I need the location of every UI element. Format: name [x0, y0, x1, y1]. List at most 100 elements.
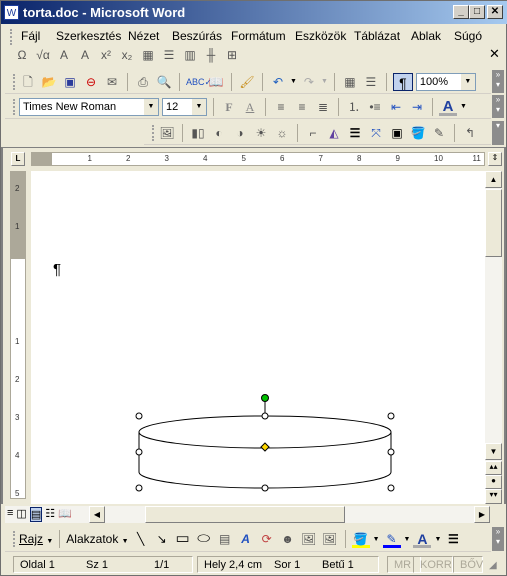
chevron-down-icon[interactable]: ▼ [192, 98, 206, 115]
reset-picture-icon[interactable]: ↰ [461, 124, 479, 142]
menu-item-1[interactable]: Szerkesztés [56, 27, 121, 45]
email-icon[interactable]: ✉ [103, 73, 121, 91]
scroll-up-icon[interactable]: ▲ [485, 171, 502, 188]
scroll-right-icon[interactable]: ▶ [474, 506, 490, 523]
autoshapes-button[interactable]: Alakzatok ▼ [66, 532, 128, 546]
vertical-ruler[interactable]: 2 1 1 2 3 4 5 [10, 171, 26, 499]
document-page[interactable]: ¶ [31, 171, 485, 504]
crop-icon[interactable]: ⌐ [304, 124, 322, 142]
line-color-icon[interactable]: ✎ [382, 530, 401, 548]
font-name-select[interactable]: Times New Roman ▼ [19, 97, 159, 116]
table-icon[interactable]: ▦ [139, 46, 157, 64]
show-hide-formatting-button[interactable]: ¶ [392, 72, 413, 91]
toolbar-options-icon[interactable]: » ▾ [492, 527, 504, 551]
next-object-icon[interactable]: ▾▾ [485, 489, 502, 504]
line-style-icon[interactable]: ☰ [444, 530, 462, 548]
menu-item-5[interactable]: Eszközök [295, 27, 346, 45]
menu-item-2[interactable]: Nézet [128, 27, 159, 45]
vertical-scroll-thumb[interactable] [485, 189, 502, 257]
align-center-icon[interactable]: ≡ [293, 98, 311, 116]
save-icon[interactable]: ▣ [61, 73, 79, 91]
fill-color-dropdown[interactable]: ▼ [373, 536, 380, 543]
rotate-icon[interactable]: ◭ [325, 124, 343, 142]
table-rows-icon[interactable]: ☰ [160, 46, 178, 64]
fill-color-icon[interactable]: 🪣 [351, 530, 370, 548]
table-cols-icon[interactable]: ▥ [181, 46, 199, 64]
menu-item-4[interactable]: Formátum [231, 27, 286, 45]
format-painter-icon[interactable]: 🖌 [238, 73, 256, 91]
clip-art-icon[interactable]: ☻ [279, 530, 297, 548]
oval-icon[interactable]: ⬭ [195, 530, 213, 548]
shrink-font-icon[interactable]: A [76, 46, 94, 64]
line-icon[interactable]: ╲ [132, 530, 150, 548]
redo-icon[interactable]: ↷ [300, 73, 318, 91]
word-app-icon[interactable]: W [4, 5, 19, 20]
web-layout-icon[interactable]: ◫ [16, 507, 26, 522]
menu-grip[interactable] [10, 29, 13, 45]
print-layout-icon[interactable]: ▤ [29, 507, 43, 522]
line-style-icon[interactable]: ☰ [346, 124, 364, 142]
print-preview-icon[interactable]: 🔍 [155, 73, 173, 91]
subscript-icon[interactable]: x₂ [118, 46, 136, 64]
insert-picture-file-icon[interactable]: 🖼 [321, 530, 339, 548]
chevron-down-icon[interactable]: ▼ [144, 98, 158, 115]
redo-dropdown[interactable]: ▼ [321, 78, 328, 85]
spelling-icon[interactable]: ABC✓ [186, 73, 212, 91]
arrow-icon[interactable]: ↘ [153, 530, 171, 548]
horizontal-scroll-thumb[interactable] [145, 506, 345, 523]
table-grid-icon[interactable]: ⊞ [223, 46, 241, 64]
drawing-font-color-dropdown[interactable]: ▼ [434, 536, 441, 543]
font-color-button[interactable]: A [439, 98, 457, 116]
color-icon[interactable]: ▮▯ [189, 124, 207, 142]
format-picture-icon[interactable]: 🪣 [409, 124, 427, 142]
text-box-icon[interactable]: ▤ [216, 530, 234, 548]
menu-item-3[interactable]: Beszúrás [172, 27, 222, 45]
font-size-select[interactable]: 12 ▼ [162, 97, 207, 116]
bullets-icon[interactable]: •≡ [366, 98, 384, 116]
vertical-scrollbar[interactable]: ▲ ▼ ▴▴ ● ▾▾ [485, 171, 502, 504]
undo-icon[interactable]: ↶ [269, 73, 287, 91]
print-icon[interactable]: ⎙ [134, 73, 152, 91]
line-color-dropdown[interactable]: ▼ [404, 536, 411, 543]
compress-icon[interactable]: ⤧ [367, 124, 385, 142]
align-left-icon[interactable]: ≡ [272, 98, 290, 116]
wordart-icon[interactable]: A [237, 530, 255, 548]
toolbar-options-icon[interactable]: » ▾ [492, 70, 504, 93]
bold-button[interactable]: F [220, 98, 238, 116]
underline-button[interactable]: A [241, 98, 259, 116]
superscript-icon[interactable]: x² [97, 46, 115, 64]
chevron-down-icon[interactable]: ▼ [460, 73, 475, 90]
more-contrast-icon[interactable]: ◐ [210, 124, 228, 142]
select-browse-object-icon[interactable]: ● [485, 475, 502, 489]
reading-layout-icon[interactable]: 📖 [58, 507, 72, 522]
more-brightness-icon[interactable]: ☀ [252, 124, 270, 142]
outline-view-icon[interactable]: ☷ [45, 507, 55, 522]
increase-indent-icon[interactable]: ⇥ [408, 98, 426, 116]
research-icon[interactable]: 📖 [207, 73, 225, 91]
previous-object-icon[interactable]: ▴▴ [485, 461, 502, 475]
set-transparent-icon[interactable]: ✎ [430, 124, 448, 142]
undo-dropdown[interactable]: ▼ [290, 78, 297, 85]
horizontal-ruler[interactable]: 1 2 3 4 5 6 7 8 9 10 11 [31, 152, 485, 166]
open-icon[interactable]: 📂 [40, 73, 58, 91]
less-brightness-icon[interactable]: ☼ [273, 124, 291, 142]
omega-icon[interactable]: Ω [13, 46, 31, 64]
grow-font-icon[interactable]: A [55, 46, 73, 64]
toolbar-options-icon[interactable]: ▾ [492, 121, 504, 145]
scroll-down-icon[interactable]: ▼ [485, 443, 502, 460]
insert-table-icon[interactable]: ▦ [341, 73, 359, 91]
menu-item-0[interactable]: Fájl [21, 27, 40, 45]
less-contrast-icon[interactable]: ◑ [231, 124, 249, 142]
diagram-icon[interactable]: ⟳ [258, 530, 276, 548]
rectangle-icon[interactable]: ▭ [174, 530, 192, 548]
insert-picture-icon[interactable]: 🖼 [300, 530, 318, 548]
draw-menu-button[interactable]: Rajz ▼ [19, 532, 53, 546]
normal-view-icon[interactable]: ≡ [7, 507, 13, 522]
zoom-select[interactable]: 100% ▼ [415, 72, 476, 91]
close-document-button[interactable]: ✕ [489, 46, 500, 62]
new-document-icon[interactable]: 🗋 [19, 73, 37, 91]
text-wrapping-icon[interactable]: ▣ [388, 124, 406, 142]
justify-icon[interactable]: ≣ [314, 98, 332, 116]
maximize-button[interactable]: □ [469, 5, 485, 19]
drawing-font-color-button[interactable]: A [413, 530, 432, 548]
